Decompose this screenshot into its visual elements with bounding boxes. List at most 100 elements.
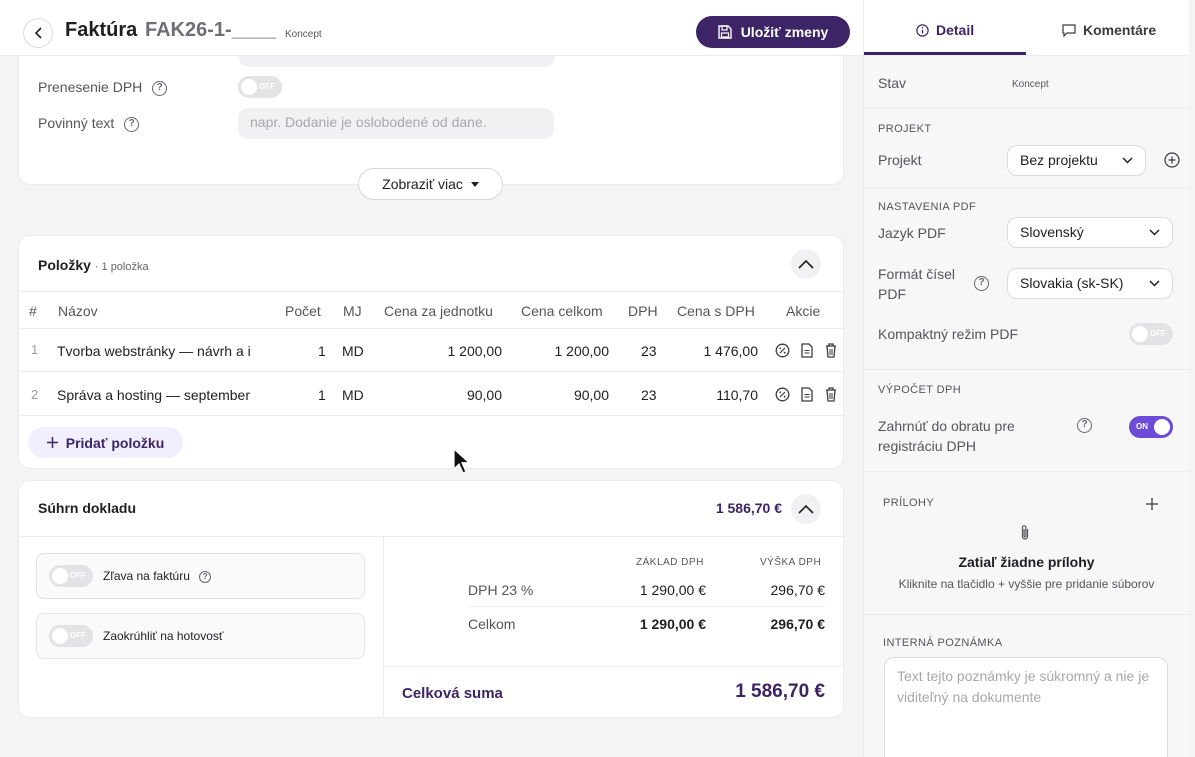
col-total-vat: Cena s DPH (677, 303, 755, 319)
panel-tabs: Detail Komentáre (864, 0, 1189, 56)
pdf-language-select[interactable]: Slovenský (1007, 217, 1173, 248)
items-title: Položky · 1 položka (38, 257, 149, 273)
vat-turnover-toggle[interactable]: ON (1129, 416, 1173, 438)
help-icon[interactable]: ? (974, 276, 989, 291)
summary-header-line (19, 536, 843, 537)
help-icon[interactable]: ? (199, 570, 212, 583)
app-window: Prenesenie DPH ? OFF Povinný text ? napr… (0, 0, 1195, 757)
rounding-toggle[interactable]: OFF (49, 625, 93, 647)
caret-down-icon (470, 181, 479, 187)
vat-row-base: 1 290,00 € (639, 582, 706, 598)
col-qty: Počet (285, 303, 321, 319)
vat-divider (468, 606, 825, 607)
document-icon[interactable] (800, 343, 813, 358)
save-icon (717, 25, 732, 39)
mouse-cursor-icon (453, 448, 471, 474)
item-unit[interactable]: MD (342, 387, 364, 403)
col-name: Názov (58, 303, 98, 319)
tab-comments[interactable]: Komentáre (1062, 22, 1156, 38)
item-name-input[interactable]: Správa a hosting — september (57, 387, 267, 403)
vat-total-label: Celkom (468, 616, 516, 632)
help-icon[interactable]: ? (124, 116, 140, 132)
project-label: Projekt (878, 152, 922, 168)
tab-detail[interactable]: Detail (916, 22, 974, 38)
chevron-down-icon (1149, 229, 1160, 236)
col-unit-price: Cena za jednotku (384, 303, 493, 319)
project-section-title: PROJEKT (878, 123, 932, 135)
reverse-charge-toggle[interactable]: OFF (238, 76, 282, 98)
trash-icon[interactable] (824, 343, 837, 358)
item-unit-price[interactable]: 90,00 (430, 387, 502, 403)
vat-section-title: VÝPOČET DPH (878, 384, 962, 396)
item-vat[interactable]: 23 (641, 387, 657, 403)
summary-header-total: 1 586,70 € (715, 500, 782, 516)
document-icon[interactable] (800, 387, 813, 402)
page-title: Faktúra (65, 19, 138, 41)
discount-toggle[interactable]: OFF (49, 565, 93, 587)
status-label: Stav (878, 75, 907, 91)
chevron-down-icon (1149, 280, 1160, 287)
vat-base-header: ZÁKLAD DPH (636, 557, 704, 568)
section-divider (864, 471, 1189, 472)
item-qty[interactable]: 1 (318, 387, 326, 403)
back-button[interactable] (23, 18, 53, 48)
mandatory-text-label: Povinný text ? (38, 115, 140, 132)
mandatory-text-input[interactable]: napr. Dodanie je oslobodené od dane. (238, 108, 554, 139)
item-vat[interactable]: 23 (641, 343, 657, 359)
add-attachment-button[interactable] (1145, 497, 1159, 511)
col-vat: DPH (628, 303, 658, 319)
vat-turnover-label: Zahrnúť do obratu pre registráciu DPH (878, 418, 1015, 454)
number-format-select[interactable]: Slovakia (sk-SK) (1007, 268, 1173, 299)
help-icon[interactable]: ? (152, 80, 168, 96)
save-button[interactable]: Uložiť zmeny (696, 16, 850, 48)
item-unit[interactable]: MD (342, 343, 364, 359)
info-icon (916, 23, 929, 37)
section-divider (864, 614, 1189, 615)
vat-row-label: DPH 23 % (468, 582, 534, 598)
pdf-section-title: NASTAVENIA PDF (878, 201, 977, 213)
comment-icon (1062, 23, 1076, 37)
add-project-icon[interactable] (1164, 152, 1180, 168)
chevron-down-icon (1122, 157, 1133, 164)
section-divider (864, 108, 1189, 109)
vat-amount-header: VÝŠKA DPH (760, 557, 822, 568)
discount-label: Zľava na faktúru ? (103, 569, 212, 583)
help-icon[interactable]: ? (1077, 418, 1092, 433)
item-qty[interactable]: 1 (318, 343, 326, 359)
item-unit-price[interactable]: 1 200,00 (430, 343, 503, 359)
col-unit: MJ (343, 303, 362, 319)
summary-divider (383, 537, 384, 717)
internal-note-textarea[interactable]: Text tejto poznámky je súkromný a nie je… (884, 657, 1168, 757)
compact-mode-label: Kompaktný režim PDF (878, 326, 1019, 342)
reverse-charge-label: Prenesenie DPH ? (38, 79, 168, 96)
item-name-input[interactable]: Tvorba webstránky — návrh a i (57, 343, 267, 359)
project-select[interactable]: Bez projektu (1007, 145, 1146, 176)
item-total: 1 200,00 (554, 343, 610, 359)
discount-icon[interactable] (775, 387, 790, 402)
document-number: FAK26-1-____ (145, 19, 277, 41)
top-bar: Faktúra FAK26-1-____ Koncept Uložiť zmen… (0, 0, 863, 56)
section-divider (864, 188, 1189, 189)
trash-icon[interactable] (824, 387, 837, 402)
vat-row-amount: 296,70 € (770, 582, 826, 598)
add-item-button[interactable]: Pridať položku (28, 427, 183, 458)
col-num: # (29, 303, 37, 319)
section-divider (864, 369, 1189, 370)
vat-total-base: 1 290,00 € (639, 616, 706, 632)
paperclip-icon (1018, 523, 1032, 541)
summary-collapse-button[interactable] (791, 494, 821, 524)
col-total: Cena celkom (521, 303, 603, 319)
discount-icon[interactable] (775, 343, 790, 358)
item-total-vat: 1 476,00 (703, 343, 759, 359)
table-header-top-line (19, 291, 843, 292)
show-more-button[interactable]: Zobraziť viac (358, 168, 503, 200)
vat-total-amount: 296,70 € (770, 616, 826, 632)
active-tab-indicator (864, 52, 1026, 55)
compact-mode-toggle[interactable]: OFF (1129, 323, 1173, 345)
col-actions: Akcie (786, 303, 821, 319)
chevron-up-icon (798, 504, 814, 514)
grand-total-line (384, 666, 843, 667)
grand-total-value: 1 586,70 € (735, 681, 825, 702)
chevron-left-icon (34, 27, 42, 39)
items-collapse-button[interactable] (791, 249, 821, 279)
